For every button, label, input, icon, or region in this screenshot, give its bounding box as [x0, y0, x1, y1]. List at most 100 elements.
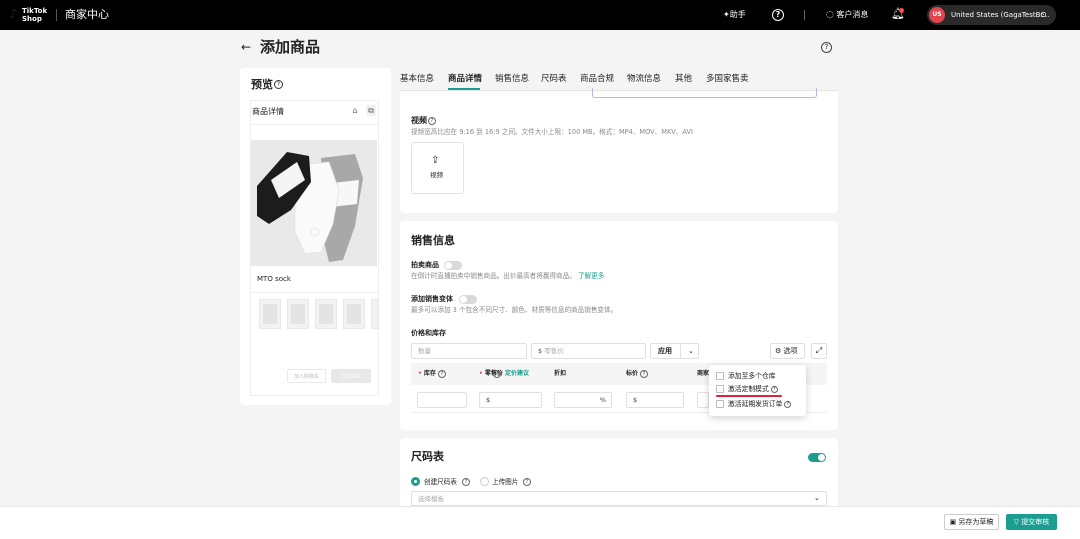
tab-multi-country[interactable]: 多国家售卖: [706, 73, 749, 85]
option-label: 激活定制模式: [728, 385, 769, 393]
options-button[interactable]: ⚙ 选项: [770, 343, 805, 359]
save-draft-button[interactable]: ▣ 另存为草稿: [944, 514, 999, 530]
filter-icon: ▽: [1013, 518, 1020, 526]
tab-product-details[interactable]: 商品详情: [448, 73, 482, 85]
checkbox[interactable]: [716, 385, 724, 393]
variant-toggle[interactable]: [459, 295, 477, 304]
currency-symbol: $: [633, 396, 638, 404]
activate-custom-mode-option[interactable]: 激活定制模式?: [716, 383, 778, 395]
page-help-icon[interactable]: ?: [821, 42, 832, 53]
size-chart-title: 尺码表: [411, 450, 444, 463]
tiktok-logo-icon[interactable]: ♪: [9, 8, 22, 22]
tab-sales-info[interactable]: 销售信息: [495, 73, 529, 85]
account-name: United States (GagaTestBr...: [951, 11, 1050, 19]
retail-price-placeholder: 零售价: [544, 347, 564, 355]
size-chart-toggle[interactable]: [808, 453, 826, 462]
expand-icon[interactable]: ⤢: [811, 343, 827, 359]
buy-now-button: 立即购买: [331, 369, 371, 383]
auction-toggle[interactable]: [444, 261, 462, 270]
customer-messages-button[interactable]: ◌ 客户消息: [826, 8, 868, 22]
template-select[interactable]: 选择模板: [411, 491, 827, 506]
shop-bag-icon[interactable]: ⌂: [350, 105, 360, 116]
chat-icon: ◌: [826, 10, 834, 20]
create-help-icon[interactable]: ?: [462, 478, 470, 486]
save-icon: ▣: [949, 518, 957, 526]
checkbox[interactable]: [716, 372, 724, 380]
preview-thumbnail: [371, 299, 379, 329]
topbar-divider: [804, 10, 805, 20]
activate-backorder-option[interactable]: 激活延期发货订单?: [716, 398, 792, 410]
submit-review-button[interactable]: ▽ 提交审核: [1006, 514, 1057, 530]
submit-label: 提交审核: [1021, 518, 1050, 526]
video-hint: 视频宽高比应在 9:16 到 16:9 之间。文件大小上限：100 MB。格式：…: [411, 128, 693, 136]
preview-thumbnail: [259, 299, 281, 329]
assistant-button[interactable]: ✦助手: [723, 8, 746, 22]
logo-divider: [56, 9, 57, 21]
video-help-icon[interactable]: ?: [428, 117, 436, 125]
customer-messages-label: 客户消息: [836, 10, 869, 19]
stock-input[interactable]: [417, 392, 467, 408]
auction-label: 拍卖商品: [411, 261, 439, 269]
help-icon[interactable]: ?: [784, 400, 792, 408]
upload-help-icon[interactable]: ?: [523, 478, 531, 486]
column-discount: 折扣: [554, 370, 567, 377]
back-arrow-icon[interactable]: ←: [241, 40, 251, 54]
tab-compliance[interactable]: 商品合规: [580, 73, 614, 85]
portal-title: 商家中心: [65, 8, 109, 21]
preview-thumbnail: [315, 299, 337, 329]
apply-label: 应用: [658, 347, 672, 355]
top-bar: [0, 0, 1080, 30]
video-label: 视频: [411, 116, 427, 125]
preview-detail-label: 商品详情: [252, 107, 284, 116]
list-price-help-icon[interactable]: ?: [640, 370, 648, 378]
add-to-cart-button: 加入购物车: [287, 369, 326, 383]
retail-help-icon[interactable]: ?: [493, 370, 501, 378]
sparkle-icon: ✦: [723, 10, 730, 19]
tab-logistics[interactable]: 物流信息: [627, 73, 661, 85]
gear-icon: ⚙: [775, 347, 782, 355]
create-size-chart-radio[interactable]: [411, 477, 420, 486]
video-upload-button[interactable]: [411, 142, 464, 194]
option-label: 激活延期发货订单: [728, 400, 783, 408]
row-retail-input[interactable]: $: [479, 392, 542, 408]
tab-size-chart[interactable]: 尺码表: [541, 73, 567, 85]
preview-divider: [250, 124, 379, 125]
tab-other[interactable]: 其他: [675, 73, 692, 85]
cut-off-input[interactable]: [592, 88, 817, 98]
column-merchant: 商家: [697, 370, 710, 377]
preview-title: 预览: [251, 78, 273, 91]
merchant-input[interactable]: [697, 392, 709, 408]
video-section: [400, 91, 838, 213]
preview-help-icon[interactable]: ?: [274, 80, 283, 89]
upload-image-radio[interactable]: [480, 477, 489, 486]
copy-icon[interactable]: ⧉: [366, 105, 376, 116]
highlight-underline: [716, 395, 782, 397]
tab-basic-info[interactable]: 基本信息: [400, 73, 434, 85]
currency-symbol: $: [538, 347, 543, 355]
percent-symbol: %: [599, 396, 606, 404]
upload-icon: ⇪: [431, 155, 440, 166]
variant-hint: 最多可以添加 3 个包含不同尺寸、颜色、材质等信息的商品销售变体。: [411, 306, 618, 314]
options-label: 选项: [783, 347, 798, 355]
help-icon[interactable]: ?: [772, 9, 784, 21]
template-placeholder: 选择模板: [418, 495, 444, 503]
stock-help-icon[interactable]: ?: [438, 370, 446, 378]
location-icon: ⊙: [1040, 10, 1047, 19]
help-icon[interactable]: ?: [770, 385, 778, 393]
checkbox[interactable]: [716, 400, 724, 408]
pricing-suggestion-link[interactable]: 定价建议: [505, 369, 529, 379]
retail-price-input[interactable]: $ 零售价: [531, 343, 646, 359]
add-multiple-warehouses-option[interactable]: 添加至多个仓库: [716, 370, 776, 382]
quantity-input[interactable]: 数量: [411, 343, 527, 359]
discount-input[interactable]: %: [554, 392, 612, 408]
auction-hint-text: 在倒计时直播拍卖中销售商品。出价最高者将赢得商品。: [411, 272, 576, 280]
learn-more-link[interactable]: 了解更多: [578, 272, 604, 280]
upload-image-label: 上传图片: [492, 478, 519, 486]
sales-info-title: 销售信息: [411, 234, 455, 247]
page-title: 添加商品: [260, 38, 321, 56]
chevron-down-icon[interactable]: ⌄: [688, 345, 694, 357]
list-price-input[interactable]: $: [626, 392, 684, 408]
currency-symbol: $: [486, 396, 491, 404]
save-draft-label: 另存为草稿: [958, 518, 994, 526]
preview-thumbnail: [287, 299, 309, 329]
